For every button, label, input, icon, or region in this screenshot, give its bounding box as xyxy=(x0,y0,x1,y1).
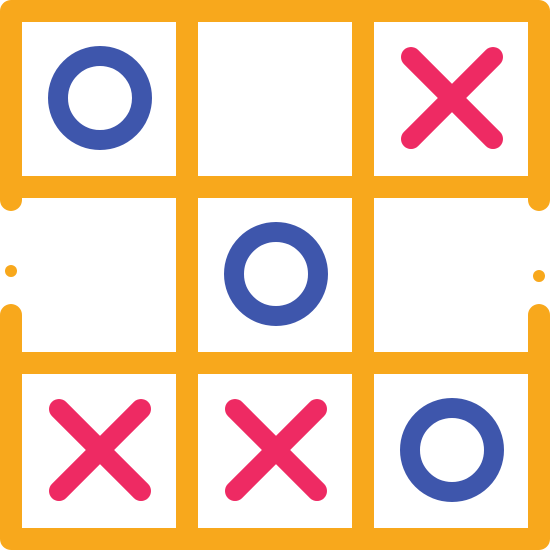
cell-middle-left[interactable] xyxy=(22,198,176,352)
tic-tac-toe-board xyxy=(0,0,550,550)
frame-dot-right xyxy=(533,270,545,282)
cell-bottom-right[interactable] xyxy=(374,374,528,528)
board-svg xyxy=(0,0,550,550)
frame-dot-left xyxy=(5,265,17,277)
cell-top-left[interactable] xyxy=(22,22,176,176)
cell-middle-right[interactable] xyxy=(374,198,528,352)
cell-middle-center[interactable] xyxy=(198,198,352,352)
cell-top-center[interactable] xyxy=(198,22,352,176)
